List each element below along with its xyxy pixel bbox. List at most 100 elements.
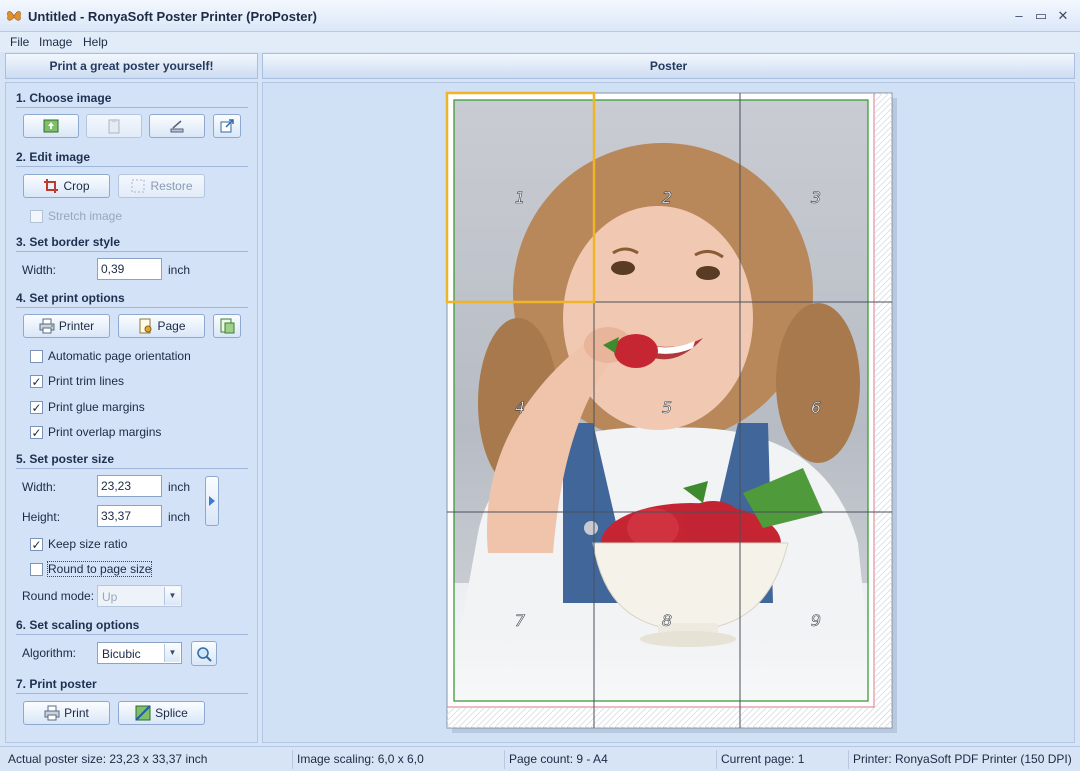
scanner-icon bbox=[170, 120, 184, 133]
printer-icon bbox=[44, 705, 60, 721]
restore-button[interactable]: Restore bbox=[118, 174, 205, 198]
printer-button[interactable]: Printer bbox=[23, 314, 110, 338]
auto-orientation-checkbox[interactable] bbox=[30, 349, 43, 363]
title-bar: Untitled - RonyaSoft Poster Printer (Pro… bbox=[0, 0, 1080, 32]
page-tile-1[interactable]: 1 bbox=[515, 188, 526, 208]
restore-label: Restore bbox=[150, 179, 193, 193]
menu-image[interactable]: Image bbox=[39, 35, 72, 49]
left-header: Print a great poster yourself! bbox=[5, 53, 258, 79]
status-page-count: Page count: 9 - A4 bbox=[504, 750, 608, 769]
page-tile-3[interactable]: 3 bbox=[811, 188, 822, 208]
round-page-checkbox[interactable] bbox=[30, 562, 43, 576]
round-mode-label: Round mode: bbox=[22, 589, 95, 603]
open-image-icon bbox=[43, 119, 59, 133]
poster-height-label: Height: bbox=[22, 510, 61, 524]
overlap-margin-right bbox=[875, 93, 892, 728]
stretch-image-label: Stretch image bbox=[48, 209, 123, 223]
page-layout-button[interactable] bbox=[213, 314, 241, 338]
glue-margins-option[interactable]: ✓ Print glue margins bbox=[30, 399, 145, 415]
section-choose-image: 1. Choose image bbox=[16, 91, 112, 105]
overlap-margin-bottom bbox=[447, 708, 892, 728]
page-tile-6[interactable]: 6 bbox=[811, 398, 822, 418]
menu-help[interactable]: Help bbox=[83, 35, 108, 49]
stretch-image-option[interactable]: Stretch image bbox=[30, 208, 122, 224]
poster-height-input[interactable] bbox=[97, 505, 162, 527]
poster-height-unit: inch bbox=[168, 510, 191, 524]
page-tile-8[interactable]: 8 bbox=[662, 611, 673, 631]
expand-size-button[interactable] bbox=[205, 476, 219, 526]
printer-icon bbox=[39, 318, 55, 334]
chevron-down-icon: ▼ bbox=[164, 587, 180, 605]
border-width-input[interactable] bbox=[97, 258, 162, 280]
status-bar: Actual poster size: 23,23 x 33,37 inch I… bbox=[0, 746, 1080, 771]
scan-image-button[interactable] bbox=[149, 114, 205, 138]
splice-label: Splice bbox=[155, 706, 188, 720]
export-image-button[interactable] bbox=[213, 114, 241, 138]
keep-ratio-option[interactable]: ✓ Keep size ratio bbox=[30, 536, 127, 552]
round-mode-value: Up bbox=[102, 590, 118, 604]
stretch-image-checkbox[interactable] bbox=[30, 209, 43, 223]
algorithm-label: Algorithm: bbox=[22, 646, 77, 660]
crop-icon bbox=[44, 179, 59, 193]
round-mode-select[interactable]: Up ▼ bbox=[97, 585, 182, 607]
trim-lines-option[interactable]: ✓ Print trim lines bbox=[30, 373, 124, 389]
restore-icon bbox=[131, 179, 145, 193]
poster-preview-area: 1 2 3 4 5 6 7 8 9 bbox=[262, 82, 1075, 743]
page-setup-icon bbox=[139, 318, 152, 334]
menu-file[interactable]: File bbox=[10, 35, 29, 49]
trim-lines-checkbox[interactable]: ✓ bbox=[30, 374, 43, 388]
section-border-style: 3. Set border style bbox=[16, 235, 121, 249]
keep-ratio-checkbox[interactable]: ✓ bbox=[30, 537, 43, 551]
status-printer: Printer: RonyaSoft PDF Printer (150 DPI) bbox=[848, 750, 1072, 769]
divider bbox=[16, 166, 248, 167]
section-print-poster: 7. Print poster bbox=[16, 677, 97, 691]
close-button[interactable]: ✕ bbox=[1054, 7, 1072, 25]
overlap-margins-label: Print overlap margins bbox=[48, 425, 162, 439]
section-poster-size: 5. Set poster size bbox=[16, 452, 115, 466]
divider bbox=[16, 634, 248, 635]
auto-orientation-option[interactable]: Automatic page orientation bbox=[30, 348, 191, 364]
page-tile-5[interactable]: 5 bbox=[662, 398, 673, 418]
chevron-down-icon: ▼ bbox=[164, 644, 180, 662]
print-label: Print bbox=[64, 706, 89, 720]
overlap-margins-checkbox[interactable]: ✓ bbox=[30, 425, 43, 439]
maximize-button[interactable]: ▭ bbox=[1032, 7, 1050, 25]
poster-width-unit: inch bbox=[168, 480, 191, 494]
algorithm-value: Bicubic bbox=[102, 647, 141, 661]
page-tile-4[interactable]: 4 bbox=[515, 398, 526, 418]
external-link-icon bbox=[220, 119, 234, 133]
poster-canvas[interactable]: 1 2 3 4 5 6 7 8 9 bbox=[263, 83, 1076, 744]
auto-orientation-label: Automatic page orientation bbox=[48, 349, 191, 363]
divider bbox=[16, 693, 248, 694]
divider bbox=[16, 251, 248, 252]
splice-button[interactable]: Splice bbox=[118, 701, 205, 725]
page-tile-7[interactable]: 7 bbox=[515, 611, 527, 631]
border-width-label: Width: bbox=[22, 263, 57, 277]
poster-width-label: Width: bbox=[22, 480, 57, 494]
algorithm-select[interactable]: Bicubic ▼ bbox=[97, 642, 182, 664]
minimize-button[interactable]: – bbox=[1010, 7, 1028, 25]
section-print-options: 4. Set print options bbox=[16, 291, 125, 305]
paste-image-button[interactable] bbox=[86, 114, 142, 138]
round-page-option[interactable]: Round to page size bbox=[30, 561, 153, 577]
crop-button[interactable]: Crop bbox=[23, 174, 110, 198]
preview-button[interactable] bbox=[191, 641, 217, 666]
poster-width-input[interactable] bbox=[97, 475, 162, 497]
page-setup-button[interactable]: Page bbox=[118, 314, 205, 338]
print-button[interactable]: Print bbox=[23, 701, 110, 725]
page-tile-9[interactable]: 9 bbox=[811, 611, 822, 631]
divider bbox=[16, 468, 248, 469]
overlap-margins-option[interactable]: ✓ Print overlap margins bbox=[30, 424, 161, 440]
crop-label: Crop bbox=[63, 179, 90, 193]
keep-ratio-label: Keep size ratio bbox=[48, 537, 128, 551]
paste-icon bbox=[108, 119, 120, 134]
round-page-label: Round to page size bbox=[46, 561, 153, 577]
chevron-right-icon bbox=[209, 496, 215, 506]
glue-margins-checkbox[interactable]: ✓ bbox=[30, 400, 43, 414]
magnifier-icon bbox=[197, 646, 212, 662]
status-poster-size: Actual poster size: 23,23 x 33,37 inch bbox=[8, 752, 208, 766]
page-tile-2[interactable]: 2 bbox=[662, 188, 673, 208]
status-current-page: Current page: 1 bbox=[716, 750, 804, 769]
open-image-button[interactable] bbox=[23, 114, 79, 138]
status-image-scaling: Image scaling: 6,0 x 6,0 bbox=[292, 750, 424, 769]
